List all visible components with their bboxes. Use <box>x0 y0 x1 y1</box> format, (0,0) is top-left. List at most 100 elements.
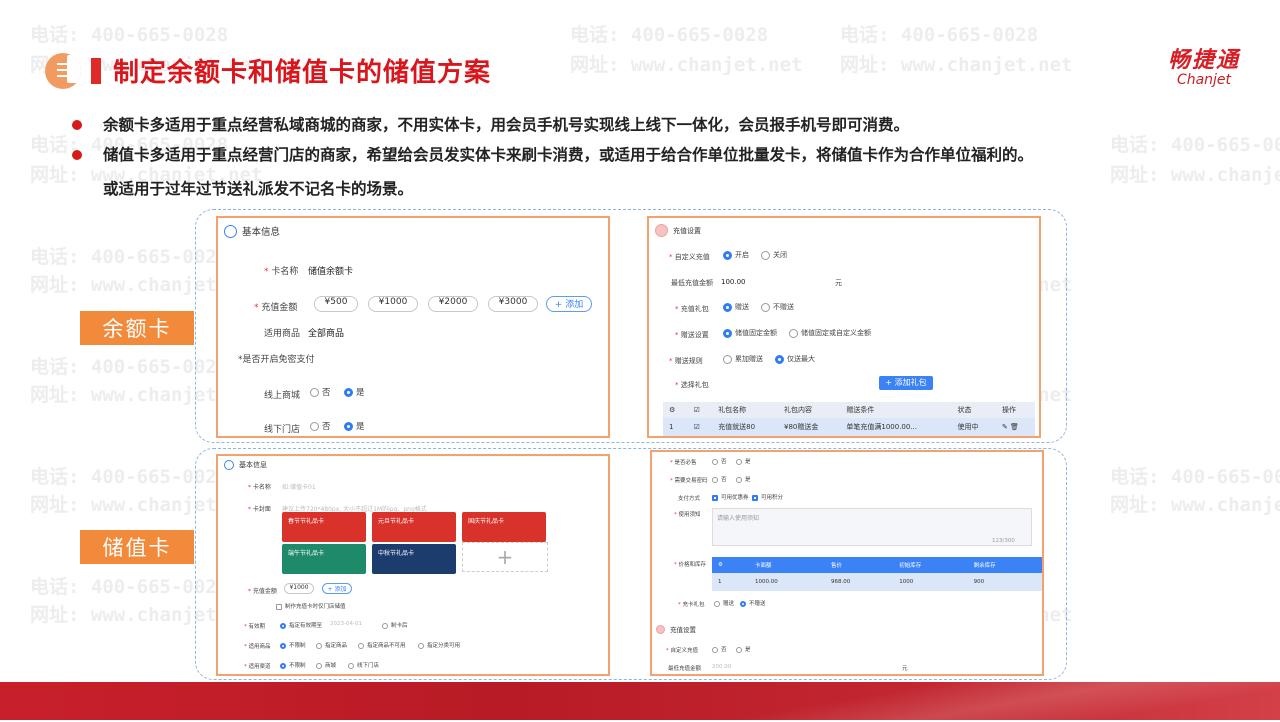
min-amount-label: 最低充值金额 <box>668 666 702 672</box>
checkbox-icon[interactable]: ☑ <box>694 406 700 414</box>
table-cell: 使用中 <box>951 418 996 436</box>
checkbox-icon[interactable]: ☑ <box>694 423 700 431</box>
settings-icon[interactable]: ⚙ <box>718 562 723 568</box>
table-header-row: ⚙ 卡面额 售价 初始库存 剩余库存 <box>712 557 1042 573</box>
pay-coupon-checkbox[interactable]: 可用优惠券 <box>712 493 749 501</box>
table-header: 赠送条件 <box>840 402 952 418</box>
channel-opt-radio[interactable]: 不限制 <box>280 661 306 669</box>
online-no-radio[interactable]: 否 <box>310 386 331 398</box>
valid-after-radio[interactable]: 制卡后 <box>382 621 408 629</box>
card-name-label: * 卡名称 <box>264 267 299 277</box>
gift-give-radio[interactable]: 赠送 <box>723 302 749 312</box>
table-header: ⚙ <box>712 557 750 573</box>
min-amount-unit: 元 <box>835 279 842 287</box>
watermark-site: 网址: www.chanjet.net <box>840 54 1073 76</box>
note-checkbox[interactable]: 制作充值卡时仅门店储值 <box>276 602 346 610</box>
card-gift-label: * 充卡礼包 <box>678 602 705 608</box>
goods-opt-radio[interactable]: 指定商品 <box>316 641 347 649</box>
custom-close-radio[interactable]: 关闭 <box>761 250 787 260</box>
cover-thumb[interactable]: 国庆节礼品卡 <box>462 512 546 542</box>
goods-opt-radio[interactable]: 指定商品不可用 <box>358 641 406 649</box>
amount-label: * 充值金额 <box>254 303 298 313</box>
gift-nogive-radio[interactable]: 不赠送 <box>740 599 766 607</box>
amount-pill[interactable]: ¥500 <box>314 296 358 312</box>
rule-accumulate-radio[interactable]: 累加赠送 <box>723 354 763 364</box>
rule-max-radio[interactable]: 仅送最大 <box>775 354 815 364</box>
custom-open-radio[interactable]: 开启 <box>723 250 749 260</box>
table-cell: 1000 <box>893 573 968 591</box>
table-row[interactable]: 1 ☑ 充值就送80 ¥80赠送金 单笔充值满1000.00... 使用中 ✎ … <box>663 418 1035 436</box>
panel-title: 充值设置 <box>655 224 701 237</box>
bullet-list: 余额卡多适用于重点经营私域商城的商家，不用实体卡，用会员手机号实现线上线下一体化… <box>72 110 1033 170</box>
table-row[interactable]: 1 1000.00 968.00 1000 900 <box>712 573 1042 591</box>
give-fixed-radio[interactable]: 储值固定金额 <box>723 328 777 338</box>
valid-label: * 有效期 <box>244 624 266 630</box>
custom-no-radio[interactable]: 否 <box>712 645 727 653</box>
notice-text: 请输入使用须知 <box>717 515 760 522</box>
bullet-dot-icon <box>72 120 82 130</box>
bullet-continuation: 或适用于过年过节送礼派发不记名卡的场景。 <box>103 180 414 198</box>
table-header: 礼包名称 <box>712 402 778 418</box>
cover-thumb[interactable]: 中秋节礼品卡 <box>372 544 456 574</box>
cover-thumb[interactable]: 元旦节礼品卡 <box>372 512 456 542</box>
channel-opt-radio[interactable]: 商城 <box>316 661 336 669</box>
edit-icon[interactable]: ✎ <box>1002 423 1008 431</box>
bullet-item: 储值卡多适用于重点经营门店的商家，希望给会员发实体卡来刷卡消费，或适用于给合作单… <box>72 140 1033 170</box>
trade-pwd-no-radio[interactable]: 否 <box>712 475 727 483</box>
min-amount-input[interactable]: 200.00 <box>712 664 731 670</box>
table-header: 状态 <box>951 402 996 418</box>
balance-card-tag: 余额卡 <box>80 311 194 345</box>
trade-pwd-yes-radio[interactable]: 是 <box>736 475 751 483</box>
card-name-value[interactable]: 储值余额卡 <box>308 264 353 277</box>
pay-method-label: 支付方式 <box>678 496 701 502</box>
add-amount-button[interactable]: + 添加 <box>546 296 592 312</box>
min-amount-unit: 元 <box>902 666 908 672</box>
brand-name-en: Chanjet <box>1176 72 1232 88</box>
delete-icon[interactable]: 🗑 <box>1010 423 1019 431</box>
min-amount-input[interactable]: 100.00 <box>721 278 746 286</box>
watermark-phone: 电话: 400-665-0028 <box>1110 466 1280 488</box>
goods-opt-radio[interactable]: 指定分类可用 <box>418 641 460 649</box>
give-rule-label: * 赠送规则 <box>669 357 703 365</box>
notice-textarea[interactable]: 请输入使用须知 <box>712 508 1032 546</box>
notice-count: 123/300 <box>992 538 1015 544</box>
watermark-site: 网址: www.chanjet.net <box>570 54 803 76</box>
watermark-site: 网址: www.chanjet.net <box>1110 164 1280 186</box>
valid-fixed-radio[interactable]: 指定有效期至 <box>280 621 322 629</box>
card-name-input[interactable]: 如:储值卡01 <box>282 482 316 491</box>
offline-yes-radio[interactable]: 是 <box>344 420 365 432</box>
channel-opt-radio[interactable]: 线下门店 <box>348 661 379 669</box>
min-amount-label: 最低充值金额 <box>671 279 713 287</box>
add-cover-button[interactable]: + <box>462 542 548 572</box>
bullet-text: 储值卡多适用于重点经营门店的商家，希望给会员发实体卡来刷卡消费，或适用于给合作单… <box>103 146 1034 164</box>
pay-points-checkbox[interactable]: 可用积分 <box>752 493 783 501</box>
amount-pill[interactable]: ¥2000 <box>428 296 478 312</box>
online-yes-radio[interactable]: 是 <box>344 386 365 398</box>
cover-thumb[interactable]: 春节节礼品卡 <box>282 512 366 542</box>
stored-settings-panel: * 是否必售 否 是 * 需要交易密码 否 是 支付方式 可用优惠券 可用积分 … <box>650 450 1044 676</box>
gift-give-radio[interactable]: 赠送 <box>714 599 734 607</box>
settings-icon[interactable]: ⚙ <box>669 406 675 414</box>
watermark-phone: 电话: 400-665-0028 <box>570 24 769 46</box>
amount-pill[interactable]: ¥1000 <box>284 583 314 594</box>
panel-title-text: 充值设置 <box>673 226 701 235</box>
price-stock-label: * 价格和库存 <box>674 562 707 568</box>
must-sell-yes-radio[interactable]: 是 <box>736 457 751 465</box>
valid-date-input[interactable]: 2023-04-01 <box>330 621 362 627</box>
custom-yes-radio[interactable]: 是 <box>736 645 751 653</box>
amount-pill[interactable]: ¥3000 <box>488 296 538 312</box>
must-sell-no-radio[interactable]: 否 <box>712 457 727 465</box>
give-custom-radio[interactable]: 储值固定或自定义金额 <box>789 328 871 338</box>
add-amount-button[interactable]: + 添加 <box>322 583 352 594</box>
select-gift-label: * 选择礼包 <box>675 381 709 389</box>
table-cell: 1 <box>663 418 688 436</box>
offline-no-radio[interactable]: 否 <box>310 420 331 432</box>
gift-nogive-radio[interactable]: 不赠送 <box>761 302 794 312</box>
price-table: ⚙ 卡面额 售价 初始库存 剩余库存 1 1000.00 968.00 1000… <box>712 557 1042 591</box>
cover-thumb[interactable]: 端午节礼品卡 <box>282 544 366 574</box>
add-gift-button[interactable]: + 添加礼包 <box>879 376 933 390</box>
amount-pill[interactable]: ¥1000 <box>368 296 418 312</box>
panel-title: 基本信息 <box>224 224 280 238</box>
gift-label: * 充值礼包 <box>675 305 709 313</box>
goods-opt-radio[interactable]: 不限制 <box>280 641 306 649</box>
